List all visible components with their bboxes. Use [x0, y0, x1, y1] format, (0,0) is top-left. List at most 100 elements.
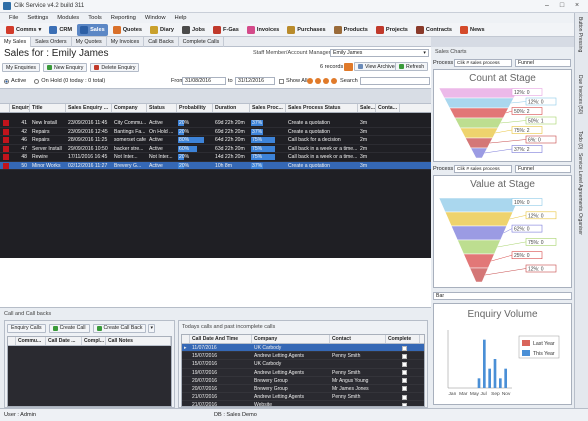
- complete-checkbox[interactable]: [401, 353, 407, 359]
- grid-col-header[interactable]: Sales Proc...: [250, 104, 286, 112]
- menu-help[interactable]: Help: [175, 15, 187, 21]
- to-date-field[interactable]: 31/12/2016: [235, 77, 275, 85]
- tab-call-backs[interactable]: Call Backs: [144, 36, 179, 47]
- complete-checkbox[interactable]: [401, 345, 407, 351]
- col-company[interactable]: Company: [252, 335, 330, 343]
- toolbar-crm-button[interactable]: CRM: [46, 24, 75, 36]
- staff-select[interactable]: Emily James ▾: [330, 49, 429, 57]
- maximize-button[interactable]: □: [555, 1, 569, 11]
- col-complete[interactable]: Complete: [386, 335, 420, 343]
- grid-col-header[interactable]: Company: [112, 104, 147, 112]
- complete-checkbox[interactable]: [401, 394, 407, 400]
- create-call-button[interactable]: Create Call: [48, 323, 90, 333]
- toolbar-contracts-button[interactable]: Contracts: [413, 24, 455, 36]
- menu-settings[interactable]: Settings: [27, 15, 48, 21]
- toolbar-projects-button[interactable]: Projects: [373, 24, 411, 36]
- table-row[interactable]: 50 Minor Works 02/12/2016 11:27 Brevery G..…: [0, 161, 431, 170]
- delete-enquiry-button[interactable]: Delete Enquiry: [90, 63, 140, 72]
- grid-col-header[interactable]: Title: [30, 104, 66, 112]
- grid-col-header[interactable]: Sales Process Status: [286, 104, 358, 112]
- call-row[interactable]: 15/07/2016 UK Carbody: [182, 360, 424, 369]
- call-row[interactable]: 20/07/2016 Brewery Group Mr James Jones: [182, 384, 424, 394]
- call-row[interactable]: ▸ 11/07/2016 UK Carbody: [182, 344, 424, 353]
- toolbar-comms-button[interactable]: Comms ▾: [3, 24, 44, 36]
- on-hold-radio[interactable]: [34, 78, 40, 84]
- from-date-field[interactable]: 31/08/2016: [182, 77, 226, 85]
- side-tab-sla[interactable]: Service Level Agreements: [577, 153, 583, 211]
- table-row[interactable]: 47 Server Install 29/09/2016 10:50 backer s…: [0, 145, 431, 153]
- complete-checkbox[interactable]: [401, 361, 407, 367]
- chart-type-select[interactable]: Funnel: [515, 59, 571, 67]
- toolbar-sales-button[interactable]: Sales: [77, 23, 108, 36]
- call-row[interactable]: 20/07/2016 Brewery Group Mr Angus Young: [182, 376, 424, 385]
- menu-window[interactable]: Window: [145, 15, 166, 21]
- active-radio[interactable]: [4, 78, 9, 84]
- call-row[interactable]: 15/07/2016 Andrew Letting Agents Penny Smi…: [182, 352, 424, 361]
- tab-complete-calls[interactable]: Complete Calls: [179, 36, 225, 47]
- grid-col-header[interactable]: Enquiry: [10, 104, 30, 112]
- tab-my-invoices[interactable]: My Invoices: [107, 36, 145, 47]
- call-row[interactable]: 21/07/2016 Website: [182, 401, 424, 406]
- process-select[interactable]: Clik # sales process: [454, 59, 512, 67]
- toolbar-news-button[interactable]: News: [457, 24, 488, 36]
- process-select[interactable]: Clik # sales process: [454, 165, 512, 173]
- side-tab-organiser[interactable]: Organiser: [577, 213, 583, 235]
- enquiry-calls-button[interactable]: Enquiry Calls: [7, 323, 46, 333]
- create-call-back-button[interactable]: Create Call Back: [92, 323, 147, 333]
- call-row[interactable]: 19/07/2016 Andrew Letting Agents Penny Smi…: [182, 368, 424, 377]
- col-call-date-time[interactable]: Call Date And Time: [190, 335, 252, 343]
- grid-col-header[interactable]: Sales Enquiry ...: [66, 104, 112, 112]
- call-row[interactable]: 21/07/2016 Andrew Letting Agents Penny Smi…: [182, 393, 424, 402]
- col-commu[interactable]: Commu...: [16, 337, 46, 345]
- nav-first-icon[interactable]: [307, 78, 313, 84]
- nav-last-icon[interactable]: [331, 78, 337, 84]
- side-tab-todo[interactable]: Todo (0): [577, 131, 583, 149]
- grid-col-header[interactable]: Conta...: [376, 104, 400, 112]
- toolbar-quotes-button[interactable]: Quotes: [110, 24, 145, 36]
- my-enquiries-button[interactable]: My Enquiries: [2, 63, 40, 72]
- toolbar-jobs-button[interactable]: Jobs: [179, 24, 208, 36]
- menu-modules[interactable]: Modules: [57, 15, 79, 21]
- minimize-button[interactable]: –: [540, 1, 554, 11]
- table-row[interactable]: 48 Rewire 17/11/2016 16:45 Not Inter... Not …: [0, 153, 431, 162]
- complete-checkbox[interactable]: [401, 370, 407, 376]
- tab-sales-orders[interactable]: Sales Orders: [31, 36, 72, 47]
- close-button[interactable]: ×: [570, 1, 584, 11]
- grid-col-header[interactable]: Probability: [177, 104, 213, 112]
- side-tab-due-invoices[interactable]: Due Invoices (50): [577, 75, 583, 114]
- grid-col-header[interactable]: Status: [147, 104, 177, 112]
- menu-file[interactable]: File: [9, 15, 18, 21]
- complete-checkbox[interactable]: [401, 386, 407, 392]
- refresh-button[interactable]: Refresh: [395, 62, 429, 71]
- toolbar-invoices-button[interactable]: Invoices: [244, 24, 282, 36]
- toolbar-products-button[interactable]: Products: [331, 24, 371, 36]
- grid-col-header[interactable]: Sale...: [358, 104, 376, 112]
- more-dropdown-button[interactable]: ▾: [148, 323, 156, 333]
- toolbar-diary-button[interactable]: Diary: [147, 24, 177, 36]
- export-icon[interactable]: [344, 63, 353, 71]
- menu-tools[interactable]: Tools: [88, 15, 102, 21]
- search-input[interactable]: [360, 77, 430, 85]
- volume-chart-type-select[interactable]: Bar: [433, 292, 572, 300]
- menu-reporting[interactable]: Reporting: [111, 15, 136, 21]
- col-call-date[interactable]: Call Date ...: [46, 337, 82, 345]
- complete-checkbox[interactable]: [401, 378, 407, 384]
- table-row[interactable]: 46 Repairs 28/09/2016 11:25 somerset cafe Ac…: [0, 136, 431, 145]
- show-all-checkbox[interactable]: [279, 78, 284, 84]
- table-row[interactable]: 41 New Install 23/09/2016 11:45 City Commu.…: [0, 119, 431, 128]
- col-compl[interactable]: Compl...: [82, 337, 106, 345]
- nav-next-icon[interactable]: [323, 78, 329, 84]
- chart-type-select[interactable]: Funnel: [515, 165, 571, 173]
- tab-my-quotes[interactable]: My Quotes: [72, 36, 107, 47]
- toolbar-purchases-button[interactable]: Purchases: [284, 24, 328, 36]
- complete-checkbox[interactable]: [401, 402, 407, 406]
- tab-my-sales[interactable]: My Sales: [0, 36, 32, 47]
- new-enquiry-button[interactable]: New Enquiry: [42, 63, 88, 72]
- side-tab-button-pressing[interactable]: Button Pressing: [577, 17, 583, 52]
- grid-col-header[interactable]: Duration: [213, 104, 250, 112]
- nav-prev-icon[interactable]: [315, 78, 321, 84]
- col-contact[interactable]: Contact: [330, 335, 386, 343]
- table-row[interactable]: 42 Repairs 23/09/2016 12:45 Bantings Fa... O…: [0, 128, 431, 136]
- toolbar-f-gas-button[interactable]: F-Gas: [210, 24, 242, 36]
- col-call-notes[interactable]: Call Notes: [106, 337, 171, 345]
